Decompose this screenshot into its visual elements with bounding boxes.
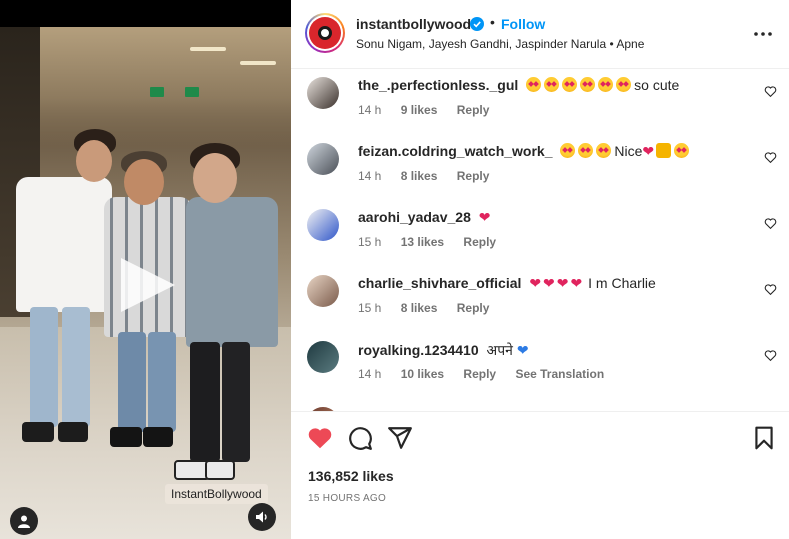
- star-struck-emoji: [560, 143, 576, 158]
- red-heart-emoji: ❤: [556, 275, 569, 291]
- video-watermark: InstantBollywood: [165, 484, 268, 504]
- comment-age: 15 h: [358, 301, 382, 315]
- sound-icon[interactable]: [248, 503, 276, 531]
- comment-item: feizan.coldring_watch_work_ Nice❤ 14 h 8…: [291, 139, 789, 205]
- comment-text: aarohi_yadav_28 ❤: [358, 209, 492, 226]
- comment-like-icon[interactable]: [764, 349, 777, 362]
- comment-username[interactable]: royalking.1234410: [358, 342, 479, 358]
- heart-filled-icon[interactable]: [307, 425, 333, 451]
- star-struck-emoji: [598, 77, 614, 92]
- comment-likes[interactable]: 9 likes: [401, 103, 438, 117]
- scene-light: [190, 47, 226, 51]
- account-username[interactable]: instantbollywood: [356, 16, 471, 32]
- comment-likes[interactable]: 8 likes: [401, 301, 438, 315]
- comment-username[interactable]: the_.perfectionless._gul: [358, 77, 518, 93]
- comment-body: अपने: [486, 342, 513, 358]
- comment-text: the_.perfectionless._gul so cute: [358, 77, 679, 93]
- comment-username[interactable]: aarohi_yadav_28: [358, 209, 471, 225]
- comment-username[interactable]: charlie_shivhare_official: [358, 275, 521, 291]
- comment-list[interactable]: the_.perfectionless._gul so cute 14 h 9 …: [291, 69, 789, 411]
- more-options-icon[interactable]: [751, 22, 775, 46]
- comment-item: the_.perfectionless._gul so cute 14 h 9 …: [291, 73, 789, 139]
- comment-meta: 14 h 8 likes Reply: [358, 169, 505, 183]
- red-heart-emoji: ❤: [478, 209, 491, 225]
- comment-like-icon[interactable]: [764, 85, 777, 98]
- red-heart-emoji: ❤: [642, 143, 655, 159]
- commenter-avatar[interactable]: [307, 209, 339, 241]
- reply-button[interactable]: Reply: [463, 235, 496, 249]
- account-avatar[interactable]: [305, 13, 345, 53]
- comment-meta: 14 h 10 likes Reply See Translation: [358, 367, 620, 381]
- comment-username[interactable]: feizan.coldring_watch_work_: [358, 143, 553, 159]
- star-struck-emoji: [526, 77, 542, 92]
- commenter-avatar[interactable]: [307, 77, 339, 109]
- star-struck-emoji: [562, 77, 578, 92]
- follow-button[interactable]: Follow: [501, 16, 545, 32]
- comment-item: aarohi_yadav_28 ❤ 15 h 13 likes Reply: [291, 205, 789, 271]
- star-struck-emoji: [544, 77, 560, 92]
- comment-likes[interactable]: 13 likes: [401, 235, 444, 249]
- play-icon[interactable]: [117, 254, 179, 316]
- star-struck-emoji: [596, 143, 612, 158]
- star-struck-emoji: [580, 77, 596, 92]
- comment-text: charlie_shivhare_official ❤ ❤ ❤ ❤ I m Charl…: [358, 275, 656, 292]
- share-icon[interactable]: [387, 425, 413, 451]
- scene-ceiling: [40, 27, 291, 147]
- comment-meta: 15 h 8 likes Reply: [358, 301, 505, 315]
- reply-button[interactable]: Reply: [457, 169, 490, 183]
- comment-age: 14 h: [358, 367, 382, 381]
- verified-badge-icon: [470, 17, 484, 31]
- action-bar: [291, 412, 789, 462]
- comment-likes[interactable]: 8 likes: [401, 169, 438, 183]
- comment-item: charlie_shivhare_official ❤ ❤ ❤ ❤ I m Charl…: [291, 271, 789, 337]
- user-tag-icon[interactable]: [10, 507, 38, 535]
- comment-body: I m Charlie: [588, 275, 656, 291]
- star-struck-emoji: [578, 143, 594, 158]
- comment-like-icon[interactable]: [764, 283, 777, 296]
- post-header: instantbollywood • Follow Sonu Nigam, Ja…: [291, 0, 789, 69]
- exit-sign: [185, 87, 199, 97]
- comment-like-icon[interactable]: [764, 217, 777, 230]
- exit-sign: [150, 87, 164, 97]
- comment-text: feizan.coldring_watch_work_ Nice❤: [358, 143, 692, 160]
- bookmark-icon[interactable]: [751, 425, 777, 451]
- praying-emoji: [656, 143, 672, 158]
- blue-heart-emoji: ❤: [516, 342, 529, 358]
- comment-likes[interactable]: 10 likes: [401, 367, 444, 381]
- audio-track[interactable]: Sonu Nigam, Jayesh Gandhi, Jaspinder Nar…: [356, 37, 644, 51]
- comment-meta: 14 h 9 likes Reply: [358, 103, 505, 117]
- commenter-avatar[interactable]: [307, 275, 339, 307]
- comment-item: royalking.1234410 अपने ❤ 14 h 10 likes R…: [291, 337, 789, 403]
- red-heart-emoji: ❤: [529, 275, 542, 291]
- comment-like-icon[interactable]: [764, 151, 777, 164]
- likes-count[interactable]: 136,852 likes: [308, 468, 394, 484]
- red-heart-emoji: ❤: [543, 275, 555, 291]
- comment-meta: 15 h 13 likes Reply: [358, 235, 512, 249]
- comment-item-partial: ❤❤: [291, 403, 789, 411]
- comment-text: royalking.1234410 अपने ❤: [358, 341, 531, 360]
- see-translation-button[interactable]: See Translation: [515, 367, 604, 381]
- header-separator: •: [490, 14, 495, 30]
- comment-age: 14 h: [358, 169, 382, 183]
- commenter-avatar[interactable]: [307, 341, 339, 373]
- commenter-avatar[interactable]: [307, 143, 339, 175]
- reply-button[interactable]: Reply: [463, 367, 496, 381]
- reply-button[interactable]: Reply: [457, 301, 490, 315]
- reply-button[interactable]: Reply: [457, 103, 490, 117]
- star-struck-emoji: [616, 77, 632, 92]
- red-heart-emoji: ❤: [570, 275, 583, 291]
- comment-age: 14 h: [358, 103, 382, 117]
- post-timestamp[interactable]: 15 HOURS AGO: [308, 493, 386, 504]
- comment-age: 15 h: [358, 235, 382, 249]
- comment-icon[interactable]: [347, 425, 373, 451]
- post-panel: instantbollywood • Follow Sonu Nigam, Ja…: [291, 0, 789, 539]
- video-panel[interactable]: InstantBollywood: [0, 0, 291, 539]
- scene-light: [240, 61, 276, 65]
- star-struck-emoji: [674, 143, 690, 158]
- comment-body: so cute: [634, 77, 680, 93]
- comment-body: Nice: [614, 143, 643, 159]
